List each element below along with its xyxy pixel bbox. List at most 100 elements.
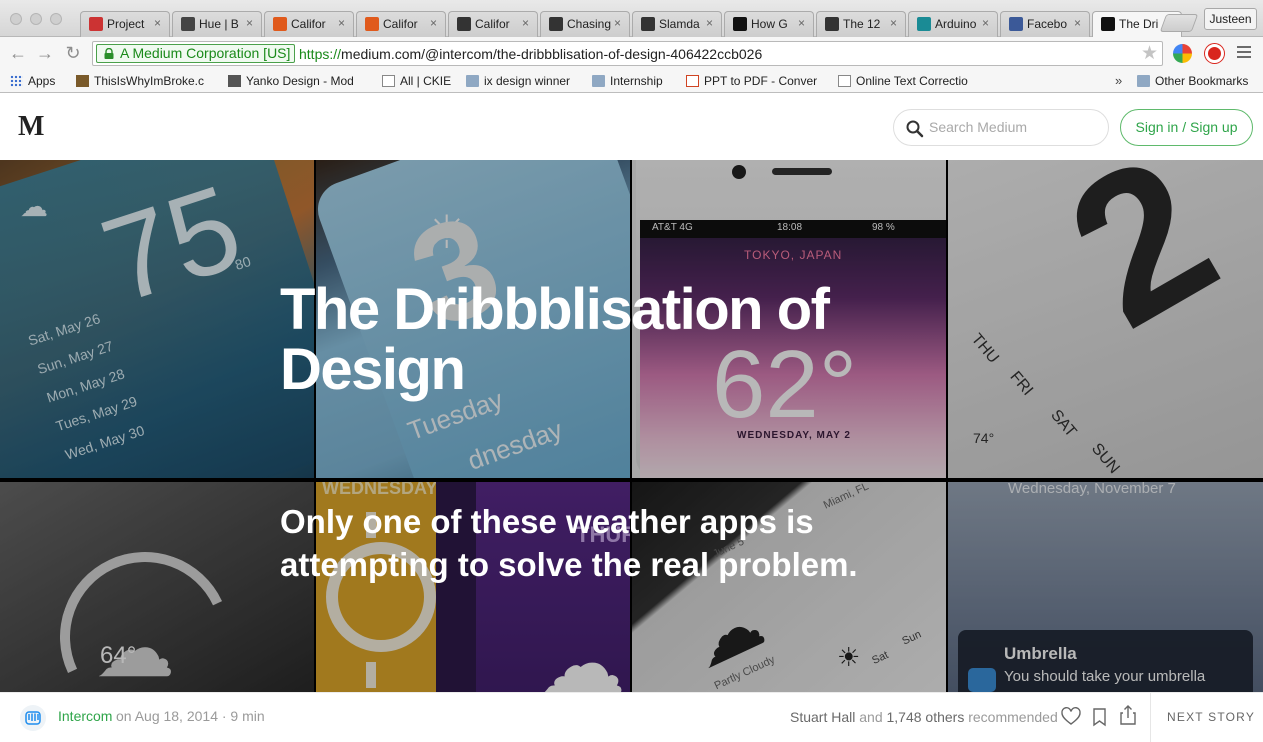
medium-header: M Sign in / Sign up	[0, 94, 1263, 160]
bookmark-icon[interactable]	[1089, 706, 1111, 728]
more-bookmarks-chevron-icon[interactable]: »	[1115, 73, 1122, 88]
tab-close-icon[interactable]: ×	[246, 16, 253, 30]
bookmark-item[interactable]: Online Text Correctio	[838, 74, 978, 88]
fire-icon	[365, 17, 379, 31]
bookmark-item[interactable]: Internship	[592, 74, 674, 88]
tab-close-icon[interactable]: ×	[1074, 16, 1081, 30]
bookmark-label: Yanko Design - Mod	[246, 74, 354, 88]
publication-link[interactable]: Intercom	[58, 708, 112, 724]
bookmark-label: Apps	[28, 74, 56, 88]
intercom-avatar[interactable]	[20, 705, 46, 731]
bookmark-item[interactable]: ix design winner	[466, 74, 578, 88]
tab-close-icon[interactable]: ×	[614, 16, 621, 30]
verge-icon	[825, 17, 839, 31]
search-icon	[906, 120, 924, 138]
doc-icon	[382, 75, 395, 87]
bookmark-label: All | CKIE	[400, 74, 452, 88]
bookmark-label: Online Text Correctio	[856, 74, 968, 88]
browser-tab[interactable]: Chasing ×	[540, 11, 630, 37]
grid-icon	[10, 75, 23, 87]
bookmark-star-icon[interactable]: ★	[1141, 42, 1158, 65]
recommended-text: recommended	[968, 709, 1058, 725]
lines-icon	[181, 17, 195, 31]
tab-close-icon[interactable]: ×	[706, 16, 713, 30]
url-scheme: https://	[299, 46, 342, 62]
tab-label: Facebo	[1027, 17, 1068, 31]
tab-close-icon[interactable]: ×	[798, 16, 805, 30]
browser-tab[interactable]: Califor ×	[264, 11, 354, 37]
extension-colorful-icon[interactable]	[1173, 44, 1192, 63]
medium-icon	[1101, 17, 1115, 31]
intercom-logo-icon	[25, 711, 41, 725]
search-input[interactable]	[929, 119, 1099, 135]
bookmark-item[interactable]: Apps	[10, 74, 70, 88]
folder-icon	[592, 75, 605, 87]
tab-close-icon[interactable]: ×	[430, 16, 437, 30]
footer-divider	[1150, 693, 1151, 742]
close-window-button[interactable]	[10, 13, 22, 25]
tab-close-icon[interactable]: ×	[890, 16, 897, 30]
tree-icon	[76, 75, 89, 87]
heart-icon[interactable]	[1060, 706, 1082, 728]
bookmark-item[interactable]: All | CKIE	[382, 74, 454, 88]
medium-logo[interactable]: M	[18, 111, 44, 143]
browser-tab[interactable]: Slamda ×	[632, 11, 722, 37]
next-story-button[interactable]: NEXT STORY	[1167, 710, 1255, 724]
chrome-menu-icon[interactable]	[1237, 46, 1251, 61]
fire-icon	[273, 17, 287, 31]
hero-dark-overlay	[0, 160, 1263, 692]
ev-certificate-badge[interactable]: A Medium Corporation [US]	[96, 44, 296, 63]
moon-icon	[733, 17, 747, 31]
tab-label: Slamda	[659, 17, 700, 31]
bookmark-label: PPT to PDF - Conver	[704, 74, 818, 88]
browser-tab[interactable]: Hue | B ×	[172, 11, 262, 37]
browser-tab[interactable]: Arduino ×	[908, 11, 998, 37]
folder-icon	[466, 75, 479, 87]
tab-close-icon[interactable]: ×	[154, 16, 161, 30]
browser-tab[interactable]: Facebo ×	[1000, 11, 1090, 37]
address-bar[interactable]: A Medium Corporation [US] https://medium…	[92, 41, 1163, 66]
verge-icon	[457, 17, 471, 31]
article-subtitle: Only one of these weather apps is attemp…	[280, 503, 858, 583]
browser-tab[interactable]: How G ×	[724, 11, 814, 37]
minimize-window-button[interactable]	[30, 13, 42, 25]
new-tab-button[interactable]	[1159, 14, 1199, 32]
other-bookmarks-folder[interactable]: Other Bookmarks	[1137, 74, 1248, 88]
back-button[interactable]: ←	[7, 43, 29, 65]
browser-tab[interactable]: Project ×	[80, 11, 170, 37]
bookmark-item[interactable]: Yanko Design - Mod	[228, 74, 368, 88]
share-icon[interactable]	[1117, 704, 1139, 726]
reload-button[interactable]: ↻	[62, 43, 84, 65]
zoom-window-button[interactable]	[50, 13, 62, 25]
tab-close-icon[interactable]: ×	[522, 16, 529, 30]
browser-tab[interactable]: Califor ×	[448, 11, 538, 37]
tab-close-icon[interactable]: ×	[338, 16, 345, 30]
tab-close-icon[interactable]: ×	[982, 16, 989, 30]
sign-in-button[interactable]: Sign in / Sign up	[1120, 109, 1253, 146]
browser-tab-strip: Project × Hue | B × Califor × Califor × Califor ×…	[0, 0, 1263, 37]
facebook-icon	[1009, 17, 1023, 31]
browser-tab[interactable]: Califor ×	[356, 11, 446, 37]
lock-icon	[104, 48, 114, 59]
url-path: medium.com/@intercom/the-dribbblisation-…	[341, 46, 763, 62]
ppt-icon	[686, 75, 699, 87]
browser-tab[interactable]: The 12 ×	[816, 11, 906, 37]
folder-icon	[1137, 75, 1150, 87]
profile-button[interactable]: Justeen	[1204, 8, 1257, 30]
forward-button[interactable]: →	[34, 43, 56, 65]
article-title: The Dribbblisation of Design	[280, 277, 830, 402]
bookmark-item[interactable]: ThisIsWhyImBroke.c	[76, 74, 214, 88]
tab-label: Califor	[475, 17, 510, 31]
recommender-name[interactable]: Stuart Hall	[790, 709, 855, 725]
article-date-readtime: on Aug 18, 2014 · 9 min	[116, 708, 265, 724]
tab-label: How G	[751, 17, 788, 31]
other-bookmarks-label: Other Bookmarks	[1155, 74, 1249, 88]
adblock-extension-icon[interactable]	[1205, 44, 1224, 63]
search-box[interactable]	[893, 109, 1109, 146]
tab-label: Califor	[383, 17, 418, 31]
tab-label: Chasing	[567, 17, 612, 31]
and-text: and	[859, 709, 883, 725]
hero-image: 75 80 Sat, May 26 Sun, May 27 Mon, May 2…	[0, 160, 1263, 692]
bookmark-item[interactable]: PPT to PDF - Conver	[686, 74, 826, 88]
recommend-count[interactable]: 1,748 others	[887, 709, 965, 725]
